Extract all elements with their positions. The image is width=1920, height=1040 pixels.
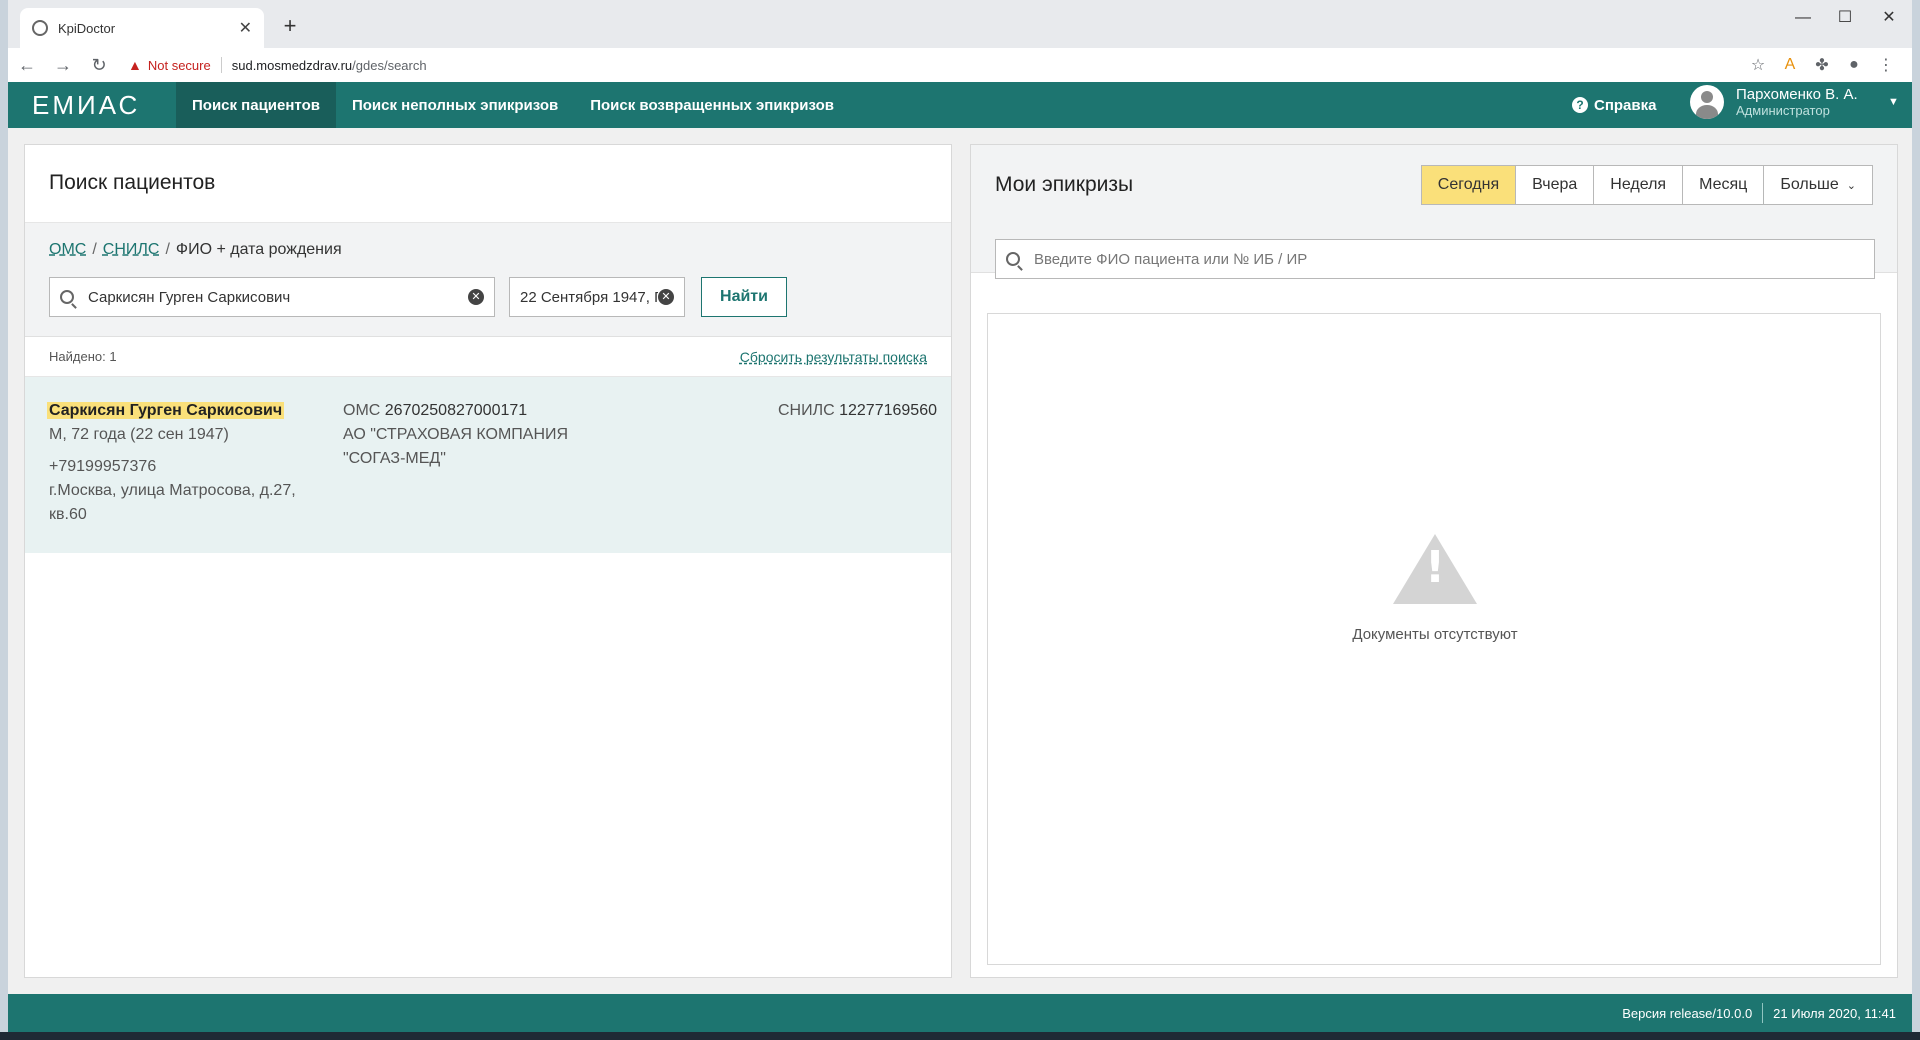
profile-icon[interactable]: ● [1838,56,1870,74]
search-mode-breadcrumb: ОМС / СНИЛС / ФИО + дата рождения [49,241,342,258]
search-icon [1006,252,1020,266]
clear-date-icon[interactable]: ✕ [658,289,674,305]
nav-patient-search[interactable]: Поиск пациентов [176,82,336,128]
browser-tab[interactable]: KpiDoctor ✕ [20,8,264,48]
tab-title: KpiDoctor [58,20,116,36]
period-week-button[interactable]: Неделя [1593,165,1684,205]
help-icon: ? [1572,97,1588,113]
epicrises-list: ! Документы отсутствуют [987,313,1881,965]
patient-result-row[interactable]: Саркисян Гурген Саркисович М, 72 года (2… [25,377,951,553]
mode-oms-link[interactable]: ОМС [49,241,86,258]
snils-number: 12277169560 [839,402,937,419]
os-taskbar [0,1032,1920,1040]
version-label: Версия release/10.0.0 [1622,1005,1753,1021]
app-footer: Версия release/10.0.0 21 Июля 2020, 11:4… [8,994,1912,1032]
insurer-line2: "СОГАЗ-МЕД" [343,450,446,467]
browser-window: KpiDoctor ✕ + — ☐ ✕ ← → ↻ ▲ Not secure s… [8,0,1912,1040]
patient-name[interactable]: Саркисян Гурген Саркисович [47,402,285,419]
patient-name-input[interactable]: Саркисян Гурген Саркисович ✕ [49,277,495,317]
oms-number: 2670250827000171 [384,402,528,419]
epicrisis-search-input[interactable]: Введите ФИО пациента или № ИБ / ИР [995,239,1875,279]
url-domain: sud.mosmedzdrav.ru [231,57,353,73]
patient-search-panel: Поиск пациентов ОМС / СНИЛС / ФИО + дата рож… [24,144,952,978]
back-icon[interactable]: ← [10,50,44,80]
puzzle-icon[interactable]: ✤ [1806,55,1838,75]
maximize-button[interactable]: ☐ [1822,4,1868,32]
epicrisis-search-placeholder: Введите ФИО пациента или № ИБ / ИР [1034,250,1308,268]
patient-demographics: М, 72 года (22 сен 1947) [49,426,229,443]
empty-state: ! Документы отсутствуют [988,534,1882,643]
insurer-line1: АО "СТРАХОВАЯ КОМПАНИЯ [343,426,569,443]
user-name: Пархоменко В. А. [1736,86,1858,103]
avatar [1690,85,1724,119]
minimize-button[interactable]: — [1780,4,1826,32]
forward-icon[interactable]: → [46,50,80,80]
user-menu[interactable]: Пархоменко В. А. Администратор [1690,85,1858,119]
close-window-button[interactable]: ✕ [1866,4,1912,32]
period-today-button[interactable]: Сегодня [1420,165,1517,205]
results-summary: Найдено: 1 Сбросить результаты поиска [25,337,951,377]
period-month-button[interactable]: Месяц [1682,165,1765,205]
empty-message: Документы отсутствуют [1352,626,1518,643]
search-icon [60,290,74,304]
new-tab-button[interactable]: + [276,12,304,40]
user-role: Администратор [1736,103,1830,118]
emias-logo[interactable]: ЕМИАС [8,90,176,121]
help-link[interactable]: ? Справка [1572,82,1656,128]
star-icon[interactable]: ☆ [1742,55,1774,75]
exclamation-icon: ! [1424,542,1446,593]
help-label: Справка [1594,96,1657,114]
url-path: /gdes/search [352,57,427,73]
period-yesterday-button[interactable]: Вчера [1515,165,1595,205]
search-area: ОМС / СНИЛС / ФИО + дата рождения Саркисян Г… [25,223,951,337]
birth-date-value: 22 Сентября 1947, Пн [520,288,658,306]
patient-phone: +79199957376 [49,458,157,475]
reload-icon[interactable]: ↻ [82,50,116,80]
nav-incomplete-epicrises[interactable]: Поиск неполных эпикризов [336,82,574,128]
mode-fio-current: ФИО + дата рождения [175,241,342,258]
epicrises-header: Мои эпикризы Сегодня Вчера Неделя Месяц … [971,145,1897,279]
patient-search-title: Поиск пациентов [49,171,216,194]
browser-toolbar: ← → ↻ ▲ Not secure sud.mosmedzdrav.ru /g… [8,48,1912,82]
patient-address-line1: г.Москва, улица Матросова, д.27, [49,482,296,499]
main-content: Поиск пациентов ОМС / СНИЛС / ФИО + дата рож… [8,128,1912,994]
birth-date-input[interactable]: 22 Сентября 1947, Пн ✕ [509,277,685,317]
clear-name-icon[interactable]: ✕ [468,289,484,305]
period-more-label: Больше [1780,176,1839,193]
mode-snils-link[interactable]: СНИЛС [103,241,160,258]
period-filter: Сегодня Вчера Неделя Месяц Больше ⌄ [1420,165,1873,205]
tab-strip: KpiDoctor ✕ + — ☐ ✕ [8,0,1912,48]
my-epicrises-panel: Мои эпикризы Сегодня Вчера Неделя Месяц … [970,144,1898,978]
find-button[interactable]: Найти [701,277,787,317]
footer-divider [1762,1003,1764,1023]
chevron-down-icon: ⌄ [1846,179,1856,192]
app-header: ЕМИАС Поиск пациентов Поиск неполных эпи… [8,82,1912,128]
globe-icon [32,20,48,36]
menu-dots-icon[interactable]: ⋮ [1870,55,1902,75]
extension-a-icon[interactable]: A [1774,56,1806,74]
period-more-button[interactable]: Больше ⌄ [1763,165,1873,205]
patient-address-line2: кв.60 [49,506,87,523]
toolbar-actions: ☆ A ✤ ● ⋮ [1742,48,1902,82]
nav-returned-epicrises[interactable]: Поиск возвращенных эпикризов [574,82,850,128]
warning-icon: ▲ [128,57,142,73]
reset-results-link[interactable]: Сбросить результаты поиска [740,349,927,365]
tab-close-icon[interactable]: ✕ [239,18,252,38]
snils-label: СНИЛС [777,402,835,419]
chevron-down-icon[interactable]: ▼ [1888,96,1899,108]
footer-datetime: 21 Июля 2020, 11:41 [1773,1005,1896,1021]
address-divider [220,57,222,73]
oms-label: ОМС [343,402,381,419]
patient-name-value: Саркисян Гурген Саркисович [88,288,291,306]
not-secure-label: Not secure [147,57,211,73]
address-bar[interactable]: ▲ Not secure sud.mosmedzdrav.ru /gdes/se… [128,57,427,73]
found-count: Найдено: 1 [49,349,117,364]
